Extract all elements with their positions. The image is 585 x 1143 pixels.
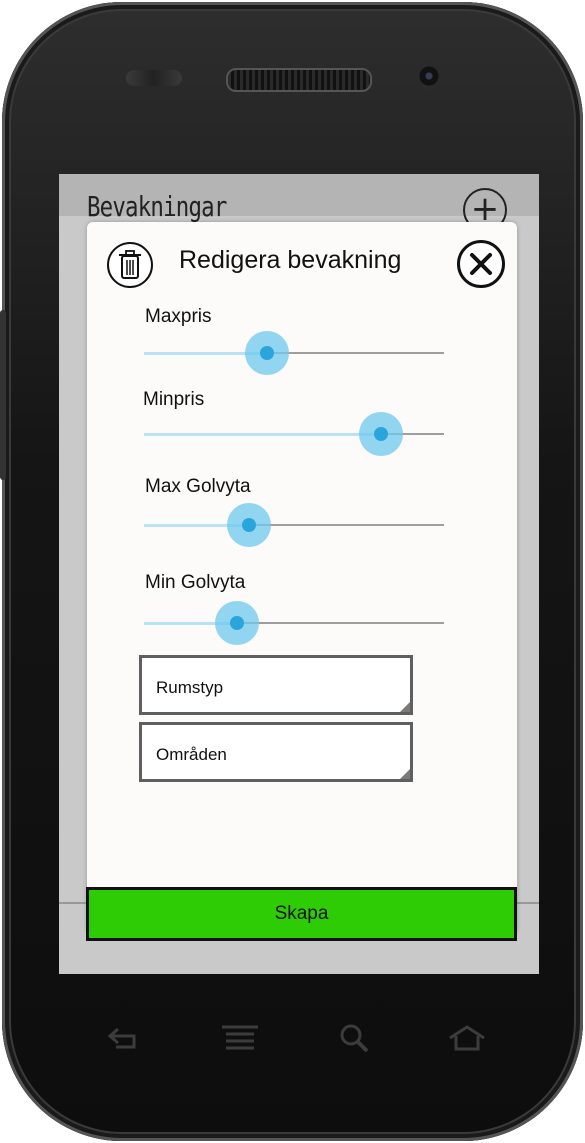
search-icon[interactable] [334,1020,374,1056]
menu-icon[interactable] [220,1020,260,1056]
resize-handle-icon [400,702,410,712]
min-floor-area-label: Min Golvyta [145,572,246,593]
slider-thumb[interactable] [260,346,274,360]
slider-fill [144,433,381,436]
proximity-sensor [126,70,182,86]
max-price-label: Maxpris [145,306,212,327]
close-icon [470,253,492,275]
app-title: Bevakningar [87,190,227,223]
earpiece-speaker [226,68,372,92]
back-icon[interactable] [104,1020,144,1056]
delete-button[interactable] [107,242,153,288]
slider-thumb[interactable] [242,518,256,532]
front-camera [415,62,443,90]
room-type-field[interactable]: Rumstyp [139,655,413,715]
edit-watch-dialog: Redigera bevakning Maxpris Minpris Max G… [87,222,517,934]
areas-field[interactable]: Områden [139,722,413,782]
home-icon[interactable] [447,1020,487,1056]
app-header: Bevakningar + [59,174,539,232]
create-button[interactable]: Skapa [86,887,517,941]
trash-icon [119,250,141,279]
phone-frame: Bevakningar + Redigera bevakning Maxpris… [0,2,583,1141]
dialog-title: Redigera bevakning [179,246,402,274]
screen: Bevakningar + Redigera bevakning Maxpris… [59,174,539,974]
hardware-nav-bar [102,1020,502,1060]
room-type-placeholder: Rumstyp [156,678,224,697]
min-floor-area-slider[interactable] [144,601,444,645]
max-floor-area-slider[interactable] [144,503,444,547]
areas-placeholder: Områden [156,745,227,764]
close-button[interactable] [457,240,505,288]
max-floor-area-label: Max Golvyta [145,476,251,497]
max-price-slider[interactable] [144,331,444,375]
slider-thumb[interactable] [230,616,244,630]
volume-button [0,310,6,480]
min-price-label: Minpris [143,389,205,410]
slider-thumb[interactable] [374,427,388,441]
resize-handle-icon [400,769,410,779]
min-price-slider[interactable] [144,412,444,456]
